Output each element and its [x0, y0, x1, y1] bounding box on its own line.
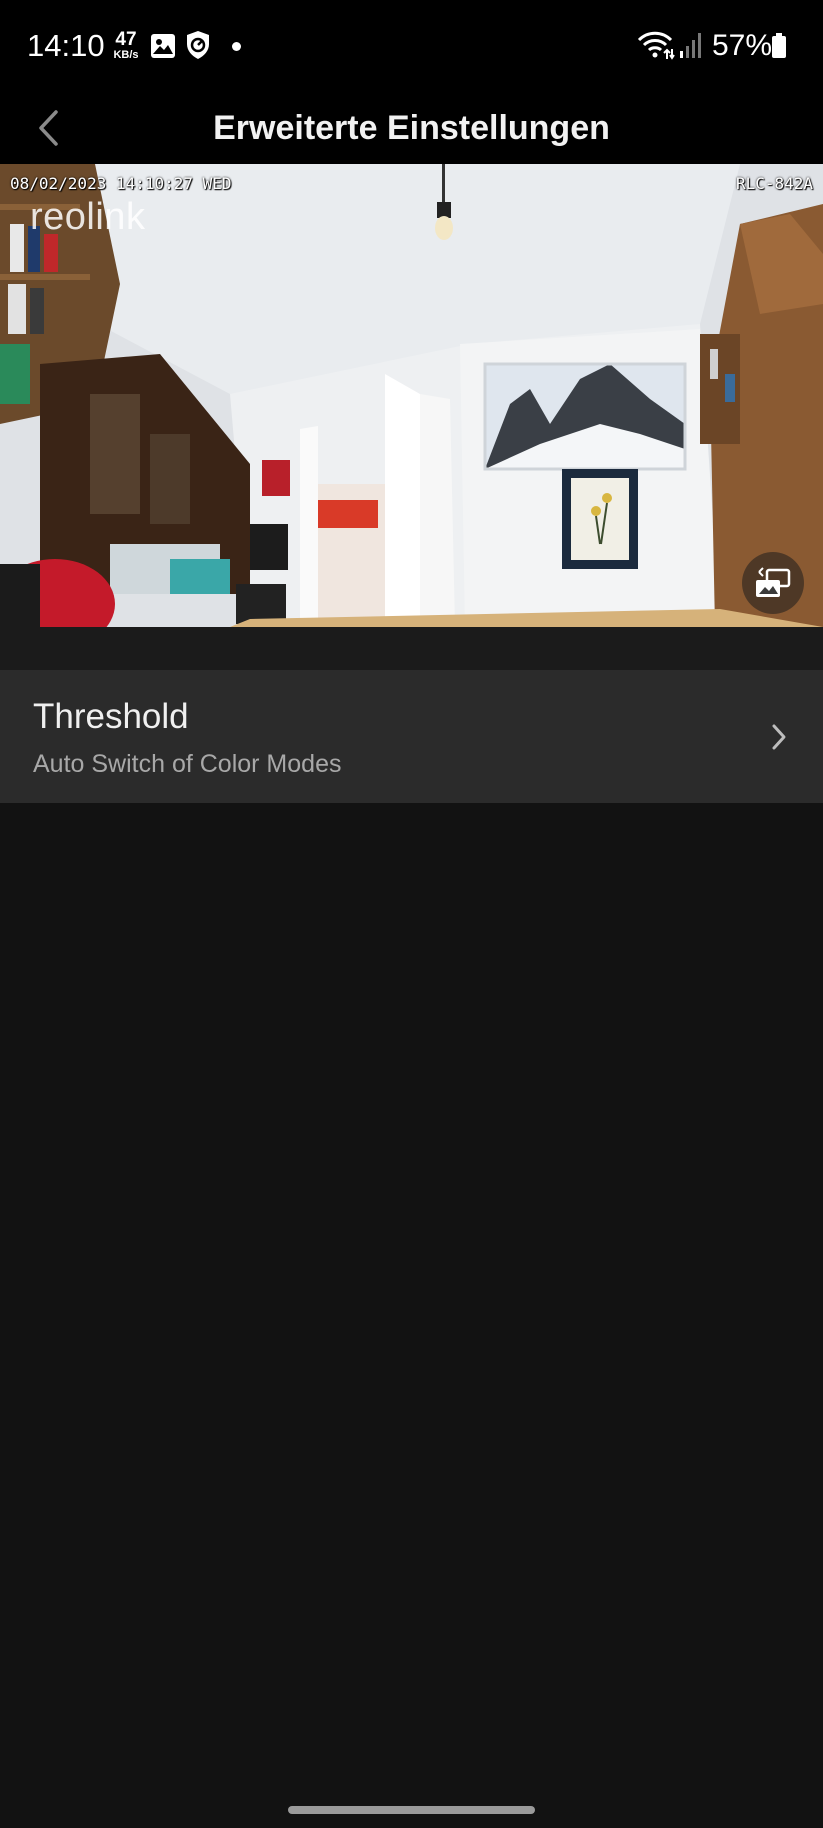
- network-speed-value: 47: [115, 29, 137, 50]
- page-title: Erweiterte Einstellungen: [213, 109, 610, 147]
- status-bar: 14:10 47 KB/s 57%: [0, 0, 823, 92]
- signal-icon: [680, 33, 701, 58]
- gallery-icon: [151, 34, 175, 58]
- home-indicator[interactable]: [288, 1806, 535, 1814]
- battery-percent: 57%: [712, 29, 773, 62]
- section-divider: [0, 627, 823, 670]
- osd-datetime: 08/02/2023 14:10:27 WED: [10, 174, 232, 193]
- osd-camera-model: RLC-842A: [735, 174, 813, 193]
- network-speed: 47 KB/s: [110, 30, 142, 61]
- settings-item-threshold[interactable]: Threshold Auto Switch of Color Modes: [0, 670, 823, 803]
- camera-preview[interactable]: 08/02/2023 14:10:27 WED RLC-842A reolink: [0, 164, 823, 627]
- settings-item-subtitle: Auto Switch of Color Modes: [33, 750, 342, 778]
- network-speed-unit: KB/s: [113, 49, 139, 61]
- screen: 14:10 47 KB/s 57% Erweiterte Einstellung…: [0, 0, 823, 1828]
- battery-icon: [772, 33, 786, 58]
- snapshot-button[interactable]: [742, 552, 804, 614]
- shield-icon: [187, 31, 209, 59]
- back-button[interactable]: [24, 96, 72, 160]
- snapshot-icon: [756, 567, 791, 597]
- notification-dot: [232, 42, 241, 51]
- wifi-icon: [637, 31, 675, 60]
- reolink-watermark-logo: reolink: [30, 196, 146, 238]
- app-header: Erweiterte Einstellungen: [0, 92, 823, 164]
- settings-item-title: Threshold: [33, 697, 189, 736]
- chevron-left-icon: [39, 110, 58, 146]
- status-time: 14:10: [27, 28, 105, 63]
- chevron-right-icon: [772, 724, 786, 750]
